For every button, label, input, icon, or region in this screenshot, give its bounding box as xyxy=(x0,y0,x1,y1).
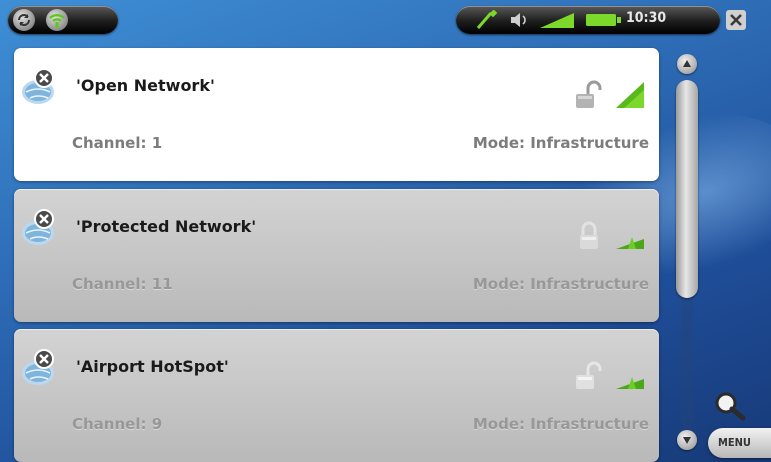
volume-level-icon xyxy=(540,11,574,29)
signal-strength-icon xyxy=(614,78,648,112)
network-mode: Mode: Infrastructure xyxy=(472,275,649,293)
usb-plug-icon xyxy=(474,9,500,31)
battery-icon xyxy=(586,12,622,28)
speaker-icon[interactable] xyxy=(508,10,532,30)
status-clock: 10:30 xyxy=(626,10,667,26)
sync-icon[interactable] xyxy=(13,9,35,31)
network-name: 'Open Network' xyxy=(76,76,215,95)
scroll-down-icon[interactable] xyxy=(677,430,697,450)
network-mode: Mode: Infrastructure xyxy=(472,415,649,433)
menu-button[interactable]: MENU xyxy=(708,428,771,458)
status-bar: 10:30 xyxy=(0,0,771,40)
closed-lock-icon xyxy=(572,219,606,253)
status-pill-left xyxy=(8,6,118,34)
network-name: 'Protected Network' xyxy=(76,217,257,236)
network-globe-icon xyxy=(20,207,62,249)
signal-strength-icon xyxy=(614,219,648,253)
network-card-airport-hotspot[interactable]: 'Airport HotSpot' Channel: 9 Mode: Infra… xyxy=(14,329,659,462)
network-card-protected-network[interactable]: 'Protected Network' Channel: 11 Mode: In… xyxy=(14,189,659,322)
network-globe-icon xyxy=(20,347,62,389)
network-channel: Channel: 9 xyxy=(72,415,163,433)
open-lock-icon xyxy=(572,359,606,393)
network-card-open-network[interactable]: 'Open Network' Channel: 1 Mode: Infrastr… xyxy=(14,48,659,181)
close-icon[interactable] xyxy=(724,8,748,32)
network-name: 'Airport HotSpot' xyxy=(76,357,229,376)
open-lock-icon xyxy=(572,78,606,112)
scroll-up-icon[interactable] xyxy=(677,54,697,74)
list-scrollbar[interactable] xyxy=(673,50,701,456)
network-channel: Channel: 1 xyxy=(72,134,163,152)
signal-strength-icon xyxy=(614,359,648,393)
scroll-thumb[interactable] xyxy=(676,80,698,298)
network-mode: Mode: Infrastructure xyxy=(472,134,649,152)
network-channel: Channel: 11 xyxy=(72,275,173,293)
network-globe-icon xyxy=(20,66,62,108)
magnifier-icon[interactable] xyxy=(710,390,750,422)
wifi-icon[interactable] xyxy=(46,9,68,31)
status-pill-right xyxy=(456,6,720,34)
